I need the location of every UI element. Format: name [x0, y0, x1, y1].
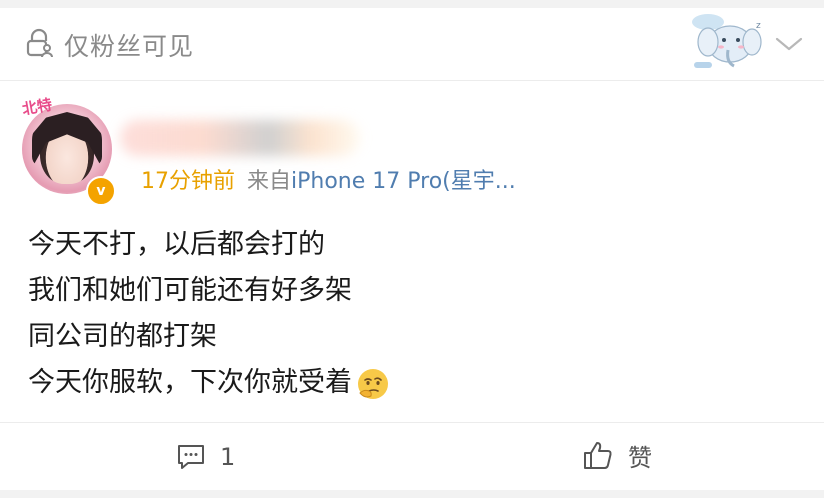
action-bar: 1 赞	[0, 422, 824, 491]
post-line: 今天不打，以后都会打的	[28, 229, 325, 260]
post-line-text: 今天你服软，下次你就受着	[28, 367, 352, 398]
svg-text:z: z	[756, 21, 761, 31]
visibility-label: 仅粉丝可见	[64, 32, 195, 61]
verified-badge-icon: v	[86, 176, 116, 206]
chevron-down-icon[interactable]	[774, 34, 804, 54]
post-device-link[interactable]: iPhone 17 Pro(星宇...	[291, 169, 516, 194]
thumbs-up-icon	[584, 442, 612, 469]
post-source-prefix: 来自	[247, 169, 292, 194]
post-text: 今天不打，以后都会打的 我们和她们可能还有好多架 同公司的都打架 今天你服软，下…	[28, 222, 390, 406]
post-line: 同公司的都打架	[28, 321, 217, 352]
avatar[interactable]: 北特 v	[21, 96, 116, 206]
comment-count: 1	[220, 443, 236, 471]
thinking-face-emoji	[358, 368, 388, 399]
cartoon-elephant-sticker: z	[692, 14, 762, 68]
post-line-with-emoji: 今天你服软，下次你就受着	[28, 360, 390, 406]
post-time: 17分钟前	[141, 169, 235, 194]
comment-button[interactable]: 1	[176, 439, 235, 475]
visibility-bar: 仅粉丝可见 z	[0, 8, 824, 81]
username-blurred[interactable]	[120, 120, 360, 156]
post-card: 仅粉丝可见 z 北特 v 17分钟前来自iPhone 17 Pro(星宇...	[0, 8, 824, 490]
like-button[interactable]: 赞	[582, 437, 652, 473]
like-label: 赞	[628, 443, 652, 472]
post-meta: 17分钟前 来自iPhone 17 Pro(星宇...	[141, 163, 516, 195]
lock-person-icon	[26, 28, 53, 58]
post-line: 我们和她们可能还有好多架	[28, 275, 352, 306]
comment-icon	[178, 445, 204, 469]
